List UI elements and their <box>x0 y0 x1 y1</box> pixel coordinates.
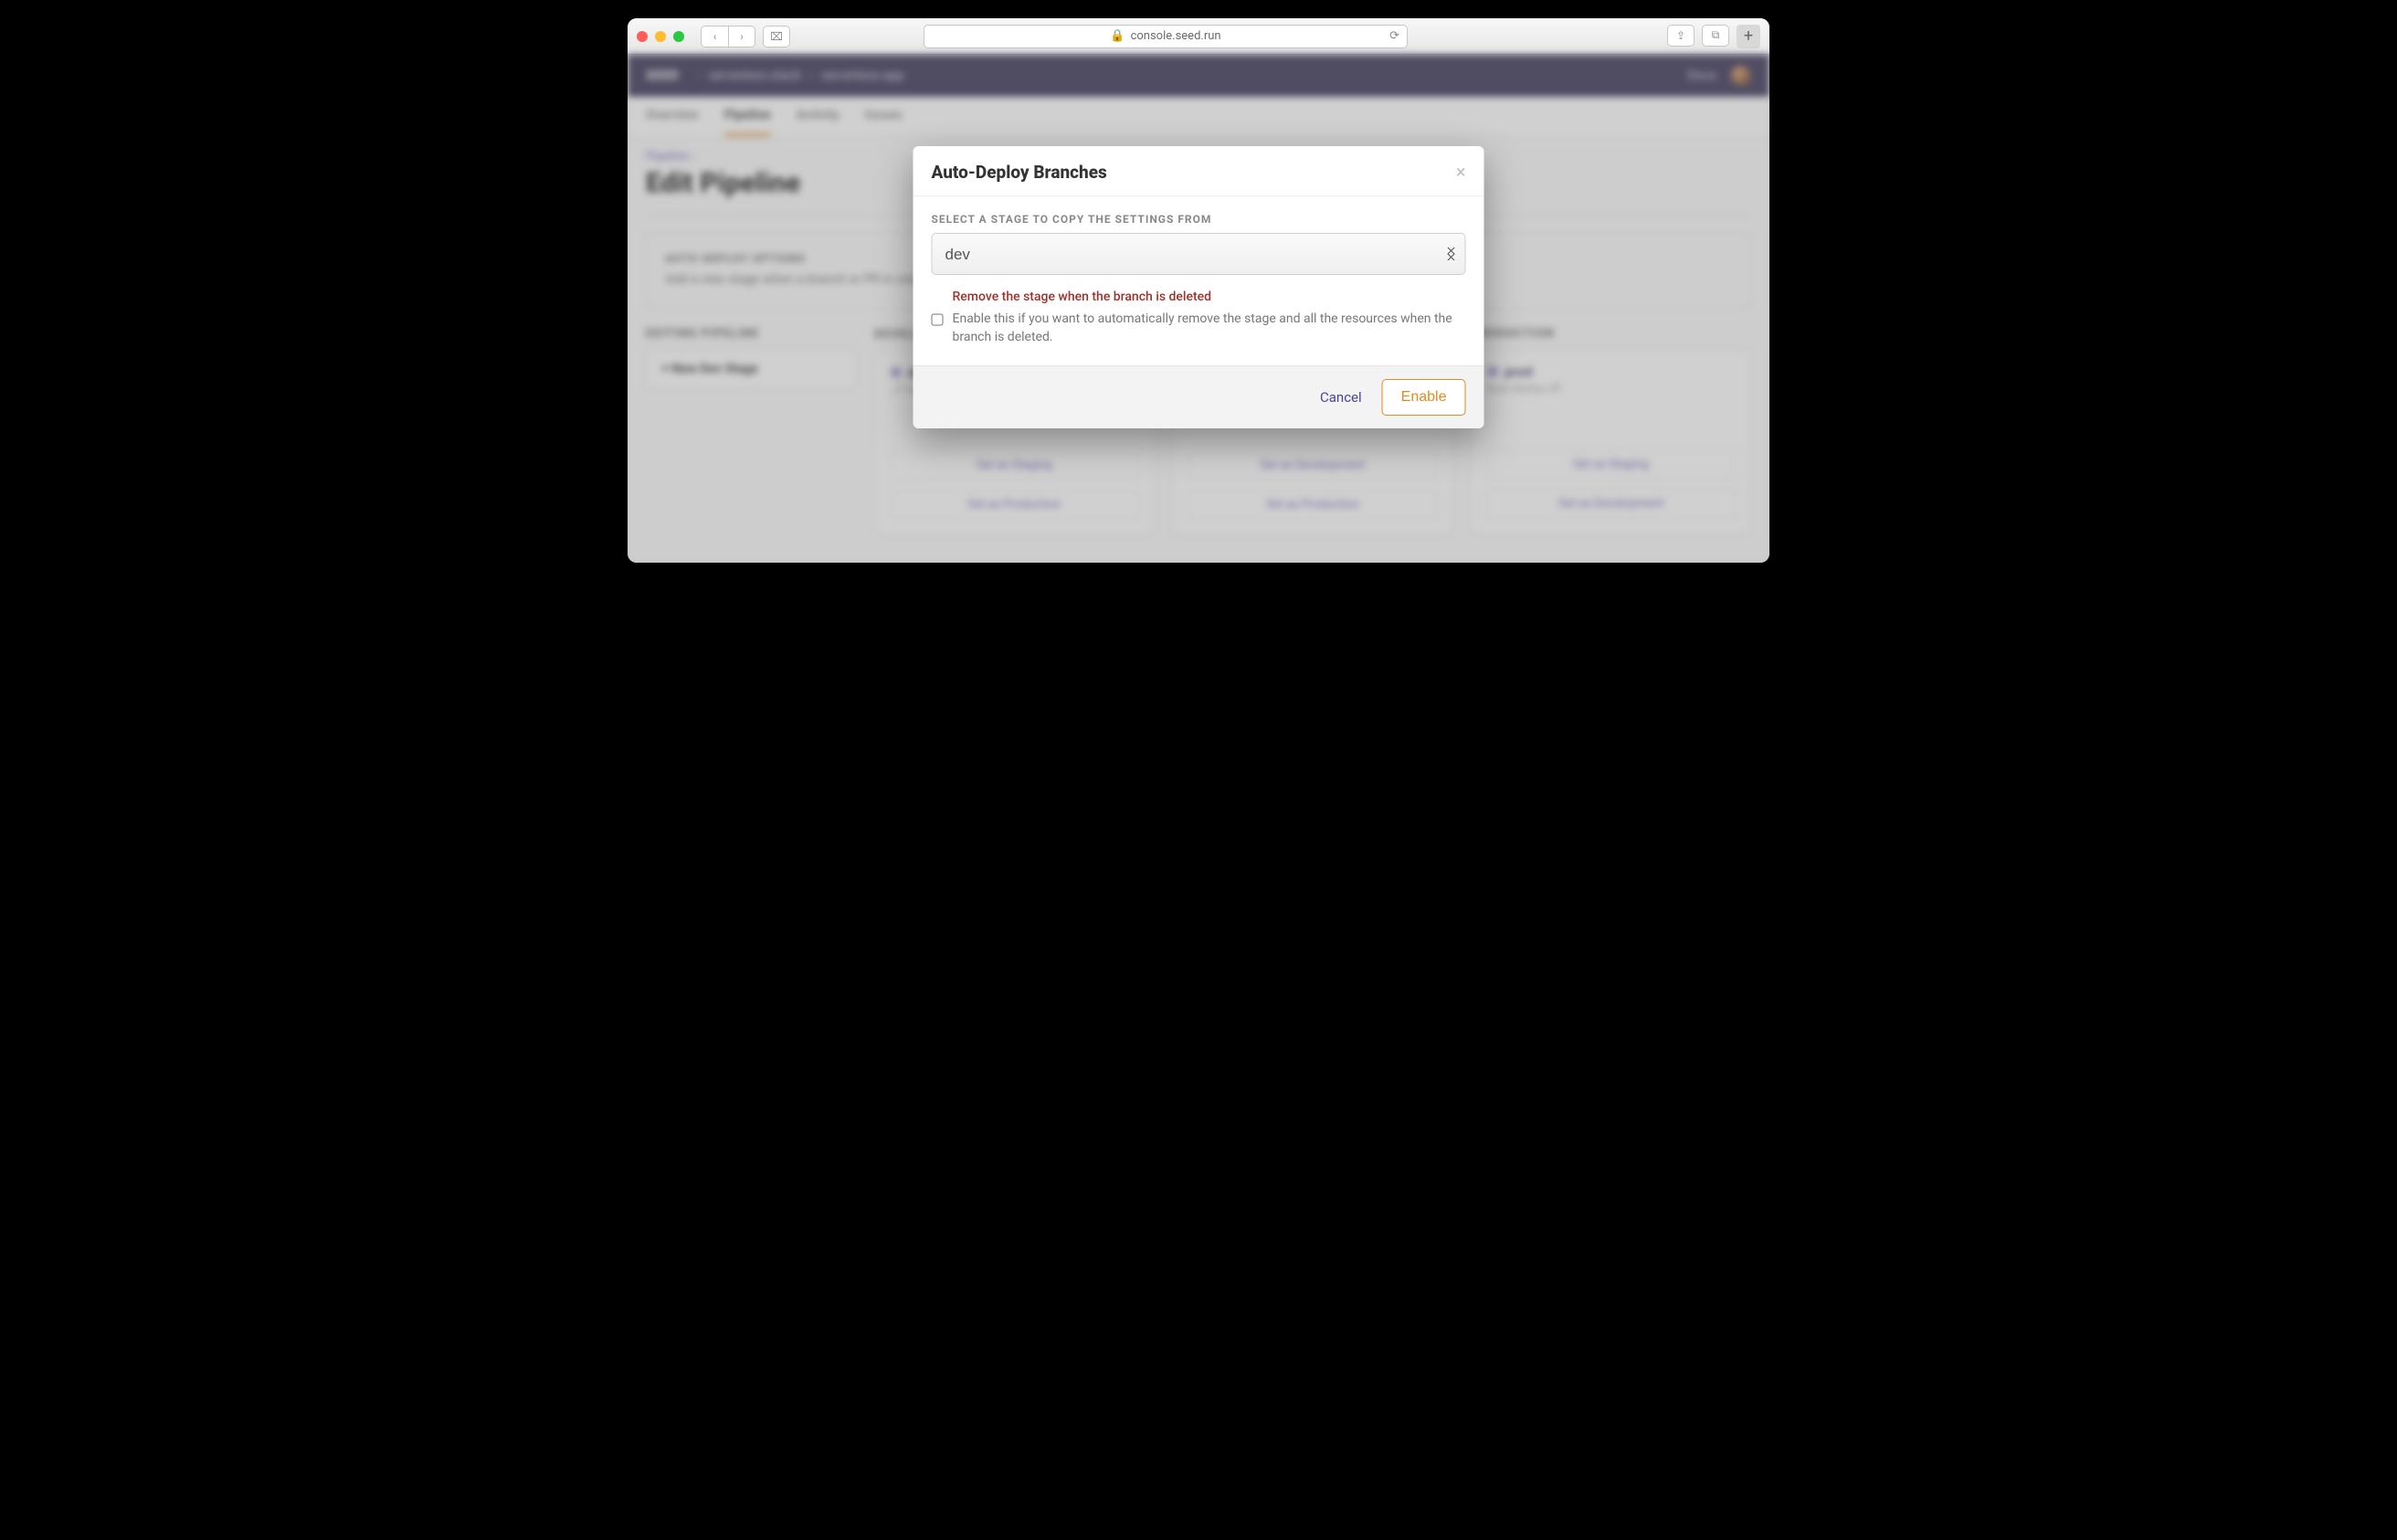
auto-deploy-branches-modal: Auto-Deploy Branches × SELECT A STAGE TO… <box>913 146 1484 428</box>
plus-icon: + <box>1744 26 1753 46</box>
browser-chrome: ‹ › ⌧ 🔒 console.seed.run ⟳ ⇪ ⧉ + <box>628 18 1769 55</box>
traffic-lights <box>637 31 684 42</box>
stage-select-label: SELECT A STAGE TO COPY THE SETTINGS FROM <box>932 213 1466 226</box>
cancel-button[interactable]: Cancel <box>1320 389 1362 406</box>
stage-select[interactable]: dev <box>932 233 1466 275</box>
enable-button[interactable]: Enable <box>1382 379 1466 416</box>
stage-select-wrap: dev <box>932 233 1466 275</box>
tabs-icon: ⧉ <box>1712 28 1720 42</box>
back-button[interactable]: ‹ <box>701 26 728 47</box>
remove-stage-checkbox[interactable] <box>932 292 944 347</box>
remove-stage-row: Remove the stage when the branch is dele… <box>932 290 1466 347</box>
modal-title: Auto-Deploy Branches <box>932 162 1107 183</box>
minimize-window-button[interactable] <box>655 31 666 42</box>
share-icon: ⇪ <box>1676 29 1685 42</box>
remove-stage-label[interactable]: Remove the stage when the branch is dele… <box>953 290 1466 304</box>
new-tab-button[interactable]: + <box>1737 25 1760 48</box>
tabs-button[interactable]: ⧉ <box>1702 25 1729 47</box>
refresh-icon[interactable]: ⟳ <box>1389 29 1399 43</box>
sidebar-button[interactable]: ⌧ <box>763 26 790 47</box>
lock-icon: 🔒 <box>1110 29 1125 43</box>
viewport: SEED › serverless-stack / serverless-app… <box>628 55 1769 563</box>
sidebar-icon: ⌧ <box>770 30 783 43</box>
modal-header: Auto-Deploy Branches × <box>913 146 1484 195</box>
remove-stage-desc: Enable this if you want to automatically… <box>953 310 1466 347</box>
close-window-button[interactable] <box>637 31 648 42</box>
forward-button[interactable]: › <box>728 26 755 47</box>
zoom-window-button[interactable] <box>673 31 684 42</box>
share-button[interactable]: ⇪ <box>1667 25 1695 47</box>
url-bar[interactable]: 🔒 console.seed.run ⟳ <box>924 25 1408 48</box>
modal-footer: Cancel Enable <box>913 365 1484 428</box>
modal-body: SELECT A STAGE TO COPY THE SETTINGS FROM… <box>913 195 1484 365</box>
close-icon[interactable]: × <box>1456 161 1466 183</box>
chevron-left-icon: ‹ <box>713 30 717 43</box>
browser-window: ‹ › ⌧ 🔒 console.seed.run ⟳ ⇪ ⧉ + SEED › … <box>628 18 1769 563</box>
nav-buttons: ‹ › <box>701 26 755 47</box>
chrome-right: ⇪ ⧉ + <box>1667 25 1760 48</box>
url-host: console.seed.run <box>1131 29 1221 43</box>
chevron-right-icon: › <box>740 30 744 43</box>
